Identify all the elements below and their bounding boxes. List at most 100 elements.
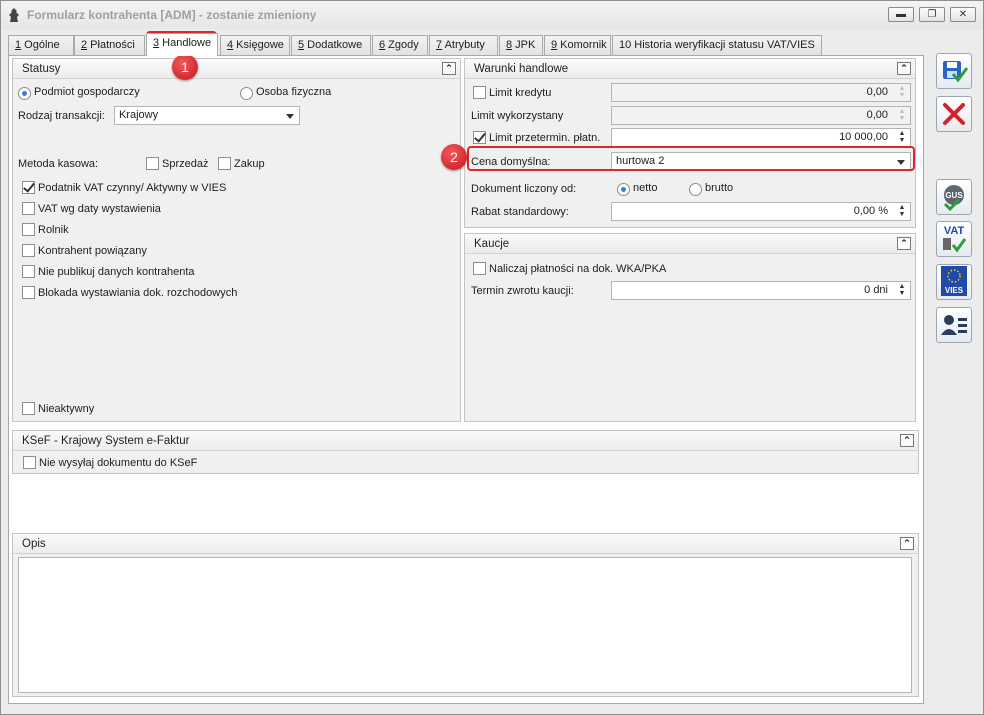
- kaucje-panel: Kaucje ⌃ Naliczaj płatności na dok. WKA/…: [464, 233, 916, 422]
- contact-card-button[interactable]: [936, 307, 972, 343]
- tab-komornik[interactable]: 9 Komornik: [544, 35, 611, 55]
- powiazany-label: Kontrahent powiązany: [38, 245, 147, 257]
- nie-publikuj-label: Nie publikuj danych kontrahenta: [38, 266, 195, 278]
- termin-zwrotu-value: 0 dni: [864, 284, 888, 296]
- tab-label: Komornik: [557, 39, 607, 51]
- tab-label: JPK: [512, 39, 536, 51]
- minimize-button[interactable]: ▬: [888, 7, 914, 22]
- dokument-liczony-label: Dokument liczony od:: [471, 183, 577, 195]
- close-icon: ✕: [958, 9, 968, 20]
- vies-icon-label: VIES: [945, 286, 964, 295]
- limit-wykorzystany-value: 0,00: [866, 109, 888, 121]
- tab-label: Płatności: [87, 39, 135, 51]
- gus-button[interactable]: GUS: [936, 179, 972, 215]
- metoda-kasowa-label: Metoda kasowa:: [18, 158, 99, 170]
- panel-title: KSeF - Krajowy System e-Faktur: [22, 435, 190, 447]
- radio-osoba-label: Osoba fizyczna: [256, 86, 332, 98]
- save-button[interactable]: [936, 53, 972, 89]
- gus-icon-label: GUS: [945, 191, 963, 200]
- contact-card-icon: [941, 315, 967, 335]
- collapse-icon: ⌃: [445, 63, 453, 73]
- checkbox-blokada[interactable]: [22, 286, 35, 299]
- vat-verify-button[interactable]: VAT: [936, 221, 972, 257]
- rabat-standardowy-input[interactable]: 0,00 % ▲ ▼: [611, 202, 911, 221]
- panel-title: Statusy: [22, 63, 61, 75]
- close-button[interactable]: ✕: [950, 7, 976, 22]
- checkbox-sprzedaz[interactable]: [146, 157, 159, 170]
- highlight-cena-domyslna: [467, 146, 915, 171]
- checkbox-rolnik[interactable]: [22, 223, 35, 236]
- gus-icon: GUS: [943, 185, 964, 212]
- checkbox-limit-kredytu[interactable]: [473, 86, 486, 99]
- vies-button[interactable]: VIES: [936, 264, 972, 300]
- collapse-button[interactable]: ⌃: [900, 537, 914, 550]
- tab-ksiegowe[interactable]: 4 Księgowe: [220, 35, 290, 55]
- limit-wykorzystany-input: 0,00 ▲ ▼: [611, 106, 911, 125]
- save-icon: [943, 61, 969, 83]
- tab-platnosci[interactable]: 2 Płatności: [74, 35, 145, 55]
- spinner-icon: ▲ ▼: [898, 204, 906, 218]
- checkbox-nieaktywny[interactable]: [22, 402, 35, 415]
- maximize-button[interactable]: ❐: [919, 7, 945, 22]
- radio-podmiot-label: Podmiot gospodarczy: [34, 86, 140, 98]
- podatnik-vat-label: Podatnik VAT czynny/ Aktywny w VIES: [38, 182, 227, 194]
- ksef-header: KSeF - Krajowy System e-Faktur ⌃: [13, 431, 918, 451]
- limit-przetermin-value: 10 000,00: [839, 131, 888, 143]
- checkbox-zakup[interactable]: [218, 157, 231, 170]
- rodzaj-transakcji-value: Krajowy: [119, 109, 159, 121]
- termin-zwrotu-input[interactable]: 0 dni ▲ ▼: [611, 281, 911, 300]
- annotation-badge-2: 2: [441, 144, 467, 170]
- checkbox-powiazany[interactable]: [22, 244, 35, 257]
- tab-dodatkowe[interactable]: 5 Dodatkowe: [291, 35, 371, 55]
- collapse-button[interactable]: ⌃: [897, 62, 911, 75]
- collapse-button[interactable]: ⌃: [442, 62, 456, 75]
- rodzaj-transakcji-select[interactable]: Krajowy: [114, 106, 300, 125]
- checkbox-vat-daty[interactable]: [22, 202, 35, 215]
- checkbox-naliczaj-platnosci[interactable]: [473, 262, 486, 275]
- opis-panel: Opis ⌃: [12, 533, 919, 697]
- window: Formularz kontrahenta [ADM] - zostanie z…: [0, 0, 984, 715]
- radio-netto[interactable]: [617, 183, 630, 196]
- tab-ogolne[interactable]: 1 Ogólne: [8, 35, 74, 55]
- radio-brutto[interactable]: [689, 183, 702, 196]
- checkbox-podatnik-vat[interactable]: [22, 181, 35, 194]
- checkbox-nie-publikuj[interactable]: [22, 265, 35, 278]
- tab-handlowe[interactable]: 3 Handlowe: [146, 33, 218, 56]
- vat-icon-label: VAT: [944, 225, 965, 237]
- statusy-panel: Statusy ⌃ Podmiot gospodarczy Osoba fizy…: [12, 58, 461, 422]
- tab-bar: 1 Ogólne 2 Płatności 3 Handlowe 4 Księgo…: [8, 33, 908, 56]
- limit-przetermin-input[interactable]: 10 000,00 ▲ ▼: [611, 128, 911, 147]
- limit-przetermin-label: Limit przetermin. płatn.: [489, 132, 601, 144]
- warunki-handlowe-panel: Warunki handlowe ⌃ Limit kredytu 0,00 ▲ ▼…: [464, 58, 916, 228]
- vies-eu-icon: VIES: [941, 266, 967, 296]
- panel-title: Kaucje: [474, 238, 510, 250]
- tab-zgody[interactable]: 6 Zgody: [372, 35, 428, 55]
- naliczaj-label: Naliczaj płatności na dok. WKA/PKA: [489, 263, 667, 275]
- collapse-button[interactable]: ⌃: [900, 434, 914, 447]
- maximize-icon: ❐: [927, 9, 937, 20]
- checkbox-nie-wysylaj-ksef[interactable]: [23, 456, 36, 469]
- vat-check-icon: VAT: [943, 225, 967, 253]
- limit-kredytu-input[interactable]: 0,00 ▲ ▼: [611, 83, 911, 102]
- warunki-header: Warunki handlowe ⌃: [465, 59, 915, 79]
- tab-historia-vat-vies[interactable]: 10 Historia weryfikacji statusu VAT/VIES: [612, 35, 822, 55]
- panel-title: Opis: [22, 538, 46, 550]
- rabat-standardowy-label: Rabat standardowy:: [471, 206, 569, 218]
- collapse-icon: ⌃: [903, 538, 911, 548]
- cancel-button[interactable]: [936, 96, 972, 132]
- badge-number: 1: [181, 59, 189, 75]
- chevron-down-icon: [286, 114, 294, 119]
- spinner-icon: ▲ ▼: [898, 130, 906, 144]
- collapse-icon: ⌃: [903, 435, 911, 445]
- radio-podmiot-gospodarczy[interactable]: [18, 87, 31, 100]
- checkbox-limit-przetermin[interactable]: [473, 131, 486, 144]
- title-bar: Formularz kontrahenta [ADM] - zostanie z…: [1, 1, 983, 29]
- netto-label: netto: [633, 182, 658, 194]
- tab-atrybuty[interactable]: 7 Atrybuty: [429, 35, 498, 55]
- tab-jpk[interactable]: 8 JPK: [499, 35, 543, 55]
- collapse-button[interactable]: ⌃: [897, 237, 911, 250]
- radio-osoba-fizyczna[interactable]: [240, 87, 253, 100]
- statusy-header: Statusy ⌃: [13, 59, 460, 79]
- ksef-panel: KSeF - Krajowy System e-Faktur ⌃ Nie wys…: [12, 430, 919, 474]
- opis-textarea[interactable]: [18, 557, 912, 693]
